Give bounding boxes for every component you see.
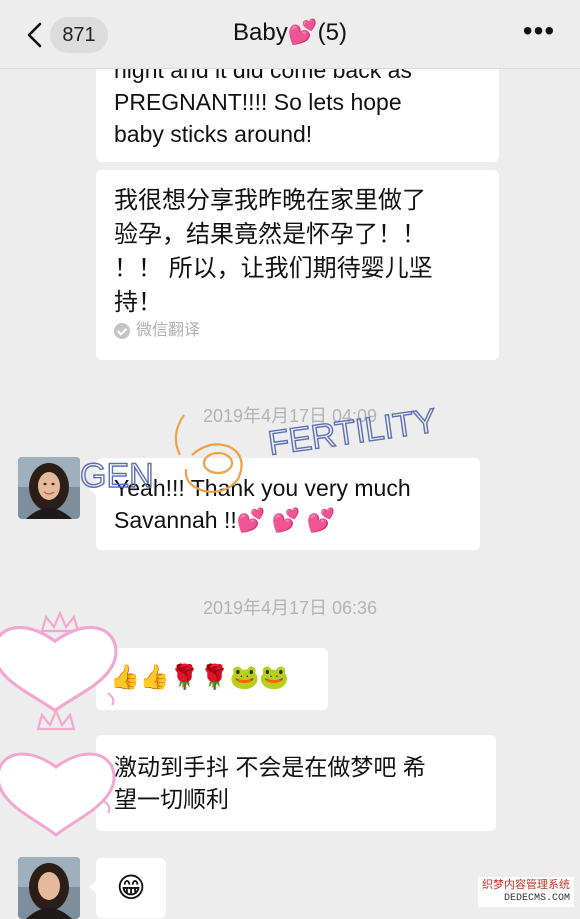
- avatar-photo: [18, 857, 80, 919]
- message-line: 持！: [114, 289, 162, 316]
- avatar-photo: [18, 457, 80, 519]
- avatar[interactable]: [18, 457, 80, 519]
- emoji-row: 👍👍🌹🌹🐸🐸: [110, 660, 314, 696]
- message-bubble-reply[interactable]: Yeah!!! Thank you very much Savannah !!💕…: [89, 458, 480, 550]
- timestamp: 2019年4月17日 04:09: [202, 406, 378, 426]
- message-line: 望一切顺利: [114, 786, 229, 812]
- grin-emoji: 😁: [116, 872, 146, 903]
- check-circle-icon: [114, 323, 130, 339]
- emoji-sequence: 👍👍🌹🌹🐸🐸: [110, 664, 290, 691]
- message-line: ！！ 所以，让我们期待婴儿坚: [114, 255, 433, 282]
- timestamp: 2019年4月17日 06:36: [202, 598, 378, 618]
- site-watermark-domain: DEDECMS.COM: [503, 893, 570, 904]
- wechat-translate-label: 微信翻译: [114, 322, 200, 340]
- crown-icon: [36, 708, 76, 731]
- message-line: Savannah !!💕 💕 💕: [114, 507, 336, 533]
- chat-header: 871 Baby💕(5) •••: [0, 0, 580, 69]
- message-line: baby sticks around!: [114, 121, 313, 147]
- message-line: 我很想分享我昨晚在家里做了: [114, 187, 426, 214]
- message-bubble-emoji[interactable]: 😁: [89, 858, 166, 918]
- message-line: 激动到手抖 不会是在做梦吧 希: [114, 754, 426, 780]
- chat-title: Baby💕(5): [233, 19, 347, 46]
- more-options-icon[interactable]: •••: [522, 17, 556, 46]
- avatar[interactable]: [18, 857, 80, 919]
- message-line: PREGNANT!!!! So lets hope: [114, 89, 402, 115]
- message-line: Yeah!!! Thank you very much: [114, 475, 411, 501]
- message-bubble-chinese[interactable]: 激动到手抖 不会是在做梦吧 希 望一切顺利: [89, 735, 496, 831]
- site-watermark: 织梦内容管理系统 DEDECMS.COM: [478, 877, 574, 907]
- site-watermark-title: 织梦内容管理系统: [482, 879, 570, 891]
- message-bubble-translation[interactable]: 我很想分享我昨晚在家里做了 验孕，结果竟然是怀孕了！！ ！！ 所以，让我们期待婴…: [96, 170, 499, 360]
- message-line: 验孕，结果竟然是怀孕了！！: [114, 221, 426, 248]
- message-bubble-emojis[interactable]: 👍👍🌹🌹🐸🐸: [89, 648, 328, 710]
- translate-text: 微信翻译: [136, 322, 201, 339]
